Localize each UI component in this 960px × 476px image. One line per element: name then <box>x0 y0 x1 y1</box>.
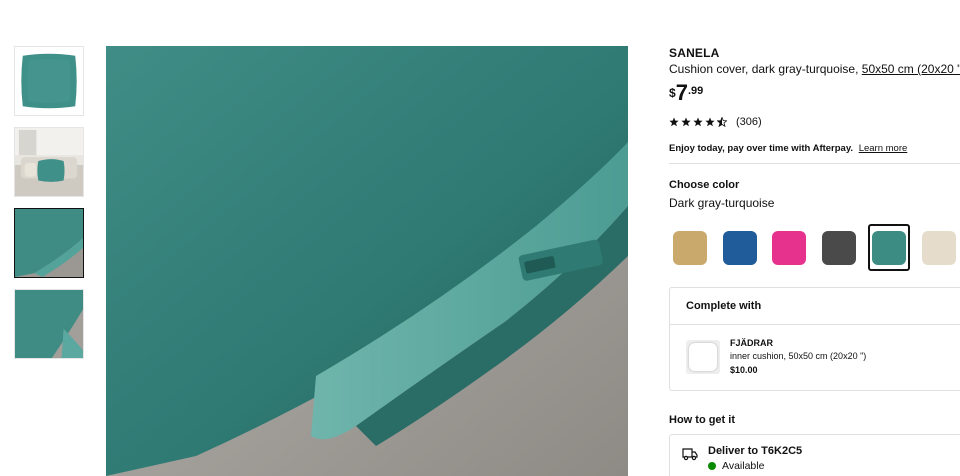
truck-icon <box>682 448 698 461</box>
star-icon <box>681 117 691 127</box>
selected-color-name: Dark gray-turquoise <box>669 196 775 210</box>
price-decimal: .99 <box>687 85 704 97</box>
thumbnail-front[interactable] <box>14 46 84 116</box>
swatch-pillow <box>672 230 707 265</box>
how-to-get-heading: How to get it <box>669 414 735 426</box>
learn-more-link[interactable]: Learn more <box>859 143 908 154</box>
choose-color-heading: Choose color <box>669 179 740 191</box>
star-icon <box>705 117 715 127</box>
thumbnail-list <box>14 46 84 370</box>
product-description: Cushion cover, dark gray-turquoise, 50x5… <box>669 62 960 76</box>
rating-stars <box>669 117 727 127</box>
deliver-to-label: Deliver to T6K2C5 <box>708 445 803 457</box>
swatch-pillow <box>722 230 757 265</box>
swatch-dark-gray-turquoise[interactable] <box>868 224 911 271</box>
availability-status: Available <box>722 460 765 472</box>
swatch-pink[interactable] <box>769 224 811 271</box>
star-icon <box>693 117 703 127</box>
swatch-pillow <box>772 230 807 265</box>
price-integer: 7 <box>675 80 688 105</box>
product-name: SANELA <box>669 46 720 60</box>
cushion-shape <box>689 343 717 371</box>
delivery-option[interactable]: Deliver to T6K2C5 Available <box>669 434 960 476</box>
swatch-pillow <box>922 230 957 265</box>
swatch-dark-gray[interactable] <box>818 224 860 271</box>
rating[interactable]: (306) <box>669 116 960 128</box>
half-star-icon <box>717 117 727 127</box>
item-name: FJÄDRAR <box>730 338 774 348</box>
inner-cushion-image <box>686 340 720 374</box>
product-price: $ 7 .99 <box>669 82 960 104</box>
review-count: (306) <box>736 116 762 128</box>
delivery-text: Deliver to T6K2C5 Available <box>708 445 802 473</box>
swatch-light-beige[interactable] <box>918 224 960 271</box>
size-link[interactable]: 50x50 cm (20x20 ") <box>862 62 960 76</box>
thumbnail-closeup[interactable] <box>14 208 84 278</box>
description-text: Cushion cover, dark gray-turquoise, <box>669 62 859 76</box>
star-icon <box>669 117 679 127</box>
afterpay-message: Enjoy today, pay over time with Afterpay… <box>669 143 960 154</box>
thumbnail-corner[interactable] <box>14 289 84 359</box>
afterpay-text: Enjoy today, pay over time with Afterpay… <box>669 143 854 154</box>
item-description: inner cushion, 50x50 cm (20x20 ") <box>730 351 867 361</box>
complete-with-heading: Complete with <box>670 288 960 325</box>
product-info-panel: SANELA Cushion cover, dark gray-turquois… <box>669 46 960 476</box>
item-price: $10.00 <box>730 365 758 375</box>
main-product-image[interactable] <box>106 46 628 476</box>
swatch-pillow <box>872 230 907 265</box>
available-dot-icon <box>708 462 716 470</box>
availability: Available <box>708 460 802 472</box>
swatch-beige-gold[interactable] <box>669 224 711 271</box>
item-text: FJÄDRAR inner cushion, 50x50 cm (20x20 "… <box>730 337 866 377</box>
swatch-pillow <box>822 230 857 265</box>
complete-with-item[interactable]: FJÄDRAR inner cushion, 50x50 cm (20x20 "… <box>670 325 960 389</box>
color-swatches <box>669 224 960 271</box>
divider <box>669 163 960 164</box>
thumbnail-room[interactable] <box>14 127 84 197</box>
price-currency: $ <box>669 86 676 100</box>
complete-with-section: Complete with FJÄDRAR inner cushion, 50x… <box>669 287 960 391</box>
swatch-blue[interactable] <box>719 224 761 271</box>
